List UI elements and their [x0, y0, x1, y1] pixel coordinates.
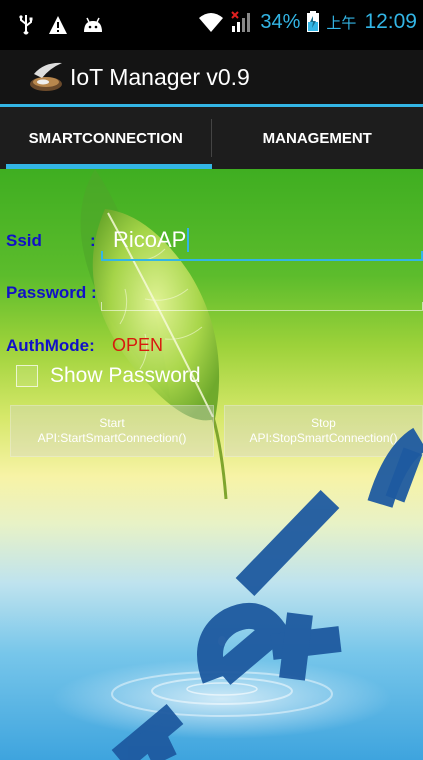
tab-smartconnection-label: SMARTCONNECTION [28, 129, 183, 147]
tab-bar: SMARTCONNECTION MANAGEMENT [0, 107, 423, 169]
tab-smartconnection[interactable]: SMARTCONNECTION [0, 107, 212, 169]
ssid-colon: : [90, 231, 96, 250]
status-bar: 34% 上午 12:09 [0, 0, 423, 50]
usb-icon [19, 15, 33, 35]
password-input[interactable] [101, 272, 423, 311]
battery-icon [307, 11, 320, 32]
clock-time: 12:09 [364, 10, 417, 33]
stop-button-title: Stop [311, 416, 336, 430]
ssid-input-value: RicoAP [113, 227, 187, 252]
authmode-value: OPEN [112, 335, 164, 355]
status-icons-left [18, 14, 104, 36]
show-password-label: Show Password [50, 364, 201, 387]
start-smartconnection-button[interactable]: Start API:StartSmartConnection() [10, 405, 214, 457]
action-bar: IoT Manager v0.9 [0, 50, 423, 104]
password-input-bracket-left [101, 302, 102, 310]
smartconnection-panel: Ssid : RicoAP Password : AuthMode: OPEN … [0, 169, 423, 760]
warning-icon [49, 16, 67, 34]
show-password-checkbox[interactable] [16, 365, 38, 387]
app-icon [30, 62, 62, 91]
authmode-label: AuthMode: [6, 336, 95, 355]
start-button-api: API:StartSmartConnection() [37, 431, 187, 445]
status-icons-right: 34% 上午 12:09 [198, 10, 417, 34]
start-button-title: Start [99, 416, 125, 430]
ssid-input[interactable]: RicoAP [101, 221, 423, 261]
clock-ampm: 上午 [326, 13, 357, 32]
ssid-input-bracket-left [101, 251, 103, 259]
android-icon [84, 17, 102, 32]
tab-management-label: MANAGEMENT [262, 129, 372, 147]
battery-percent: 34% [260, 10, 301, 33]
app-title: IoT Manager v0.9 [70, 63, 250, 90]
signal-icon [231, 11, 251, 32]
show-password-row[interactable]: Show Password [16, 364, 201, 388]
text-cursor [187, 228, 190, 252]
stop-smartconnection-button[interactable]: Stop API:StopSmartConnection() [224, 405, 423, 457]
ssid-label: Ssid [6, 231, 42, 250]
password-label: Password : [6, 283, 97, 302]
wifi-icon [199, 13, 224, 32]
tab-management[interactable]: MANAGEMENT [212, 107, 423, 169]
stop-button-api: API:StopSmartConnection() [249, 431, 398, 445]
